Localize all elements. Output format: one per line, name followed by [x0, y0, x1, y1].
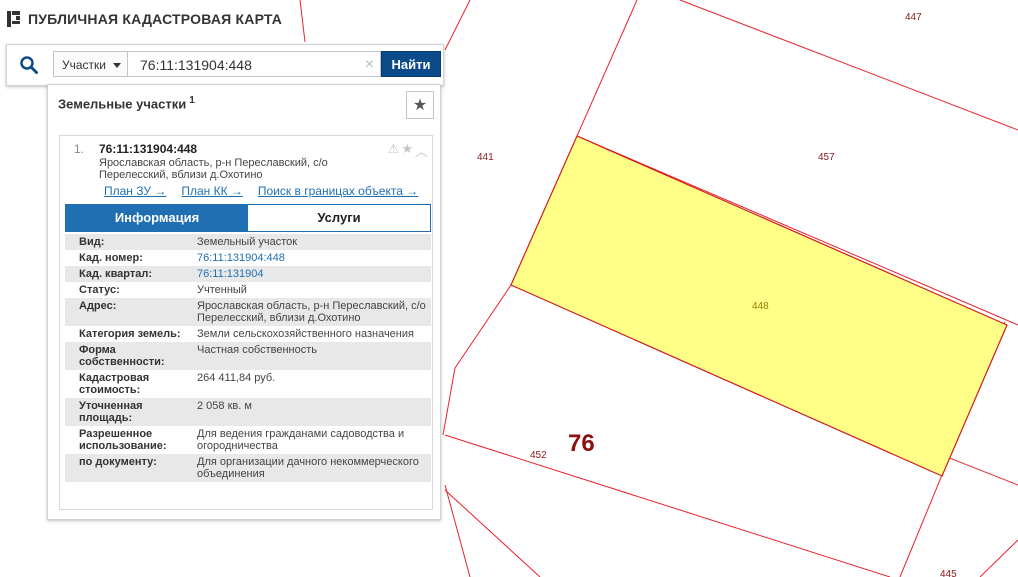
results-header-label: Земельные участки [58, 96, 187, 112]
result-card[interactable]: 1. 76:11:131904:448 Ярославская область,… [59, 135, 433, 510]
chevron-down-icon [113, 63, 121, 68]
star-icon[interactable]: ★ [401, 141, 413, 160]
object-type-value: Участки [62, 58, 106, 72]
field-value: 2 058 кв. м [197, 400, 252, 412]
field-label: Кад. квартал: [79, 268, 153, 280]
parcel-label-441: 441 [477, 152, 494, 163]
quarter-number-label: 76 [568, 430, 595, 457]
table-row: Статус: Учтенный [65, 282, 431, 298]
tab-services[interactable]: Услуги [248, 205, 430, 231]
table-row: Форма собственности: Частная собственност… [65, 342, 431, 370]
search-icon[interactable] [19, 55, 39, 75]
table-row: Кадастровая стоимость: 264 411,84 руб. [65, 370, 431, 398]
tab-information[interactable]: Информация [66, 205, 248, 231]
field-value: Частная собственность [197, 344, 318, 356]
close-icon[interactable]: × [365, 52, 374, 78]
result-actions: ⚠ ★ ︿ [388, 141, 428, 160]
field-label: Разрешенное использование: [79, 428, 167, 452]
table-row: Кад. номер: 76:11:131904:448 [65, 250, 431, 266]
field-value: Для ведения гражданами садоводства и ого… [197, 428, 405, 452]
parcel-label-447: 447 [905, 12, 922, 23]
table-row: Вид: Земельный участок [65, 234, 431, 250]
field-value: Ярославская область, р-н Переславский, с… [197, 300, 426, 324]
table-row: Адрес: Ярославская область, р-н Переславс… [65, 298, 431, 326]
field-value: 264 411,84 руб. [197, 372, 276, 384]
field-label: Кадастровая стоимость: [79, 372, 150, 396]
result-index: 1. [74, 142, 85, 156]
search-bar: Участки 76:11:131904:448 × Найти [6, 44, 444, 86]
search-bounds-link[interactable]: Поиск в границах объекта → [258, 184, 418, 198]
field-label: Адрес: [79, 300, 117, 312]
result-tabs: Информация Услуги [65, 204, 431, 232]
result-links: План ЗУ → План КК → Поиск в границах объ… [104, 184, 418, 198]
favorites-button[interactable]: ★ [406, 91, 434, 119]
field-value: Земельный участок [197, 236, 298, 248]
chevron-up-icon[interactable]: ︿ [415, 141, 428, 160]
results-count: 1 [189, 95, 195, 106]
table-row: Разрешенное использование: Для ведения гр… [65, 426, 431, 454]
table-row: Уточненная площадь: 2 058 кв. м [65, 398, 431, 426]
find-button[interactable]: Найти [381, 51, 441, 77]
field-value: Учтенный [197, 284, 247, 296]
field-label: Категория земель: [79, 328, 181, 340]
parcel-label-448: 448 [752, 301, 769, 312]
result-cad-number[interactable]: 76:11:131904:448 [99, 142, 197, 156]
table-row: Кад. квартал: 76:11:131904 [65, 266, 431, 282]
pkk-logo-icon [7, 11, 20, 27]
warning-icon[interactable]: ⚠ [388, 141, 400, 160]
object-type-select[interactable]: Участки [53, 51, 127, 77]
search-input[interactable]: 76:11:131904:448 × [127, 51, 381, 77]
result-address: Ярославская область, р-н Переславский, с… [99, 157, 328, 181]
field-value: Для организации дачного некоммерческого … [197, 456, 419, 480]
parcel-label-452: 452 [530, 450, 547, 461]
brand[interactable]: ПУБЛИЧНАЯ КАДАСТРОВАЯ КАРТА [6, 10, 282, 28]
cad-quarter-link[interactable]: 76:11:131904 [197, 268, 263, 280]
field-label: Вид: [79, 236, 105, 248]
parcel-label-445: 445 [940, 569, 957, 577]
info-table: Вид: Земельный участок Кад. номер: 76:11:1… [65, 234, 431, 482]
parcel-label-457: 457 [818, 152, 835, 163]
field-label: Форма собственности: [79, 344, 165, 368]
field-label: по документу: [79, 456, 157, 468]
results-panel: Земельные участки 1 ★ 1. 76:11:131904:448… [47, 84, 441, 520]
field-value: Земли сельскохозяйственного назначения [197, 328, 414, 340]
field-label: Статус: [79, 284, 120, 296]
field-label: Уточненная площадь: [79, 400, 143, 424]
cad-number-link[interactable]: 76:11:131904:448 [197, 252, 285, 264]
plan-zu-link[interactable]: План ЗУ → [104, 184, 166, 198]
results-header: Земельные участки 1 [58, 95, 195, 111]
table-row: по документу: Для организации дачного нек… [65, 454, 431, 482]
app-title: ПУБЛИЧНАЯ КАДАСТРОВАЯ КАРТА [28, 11, 283, 27]
plan-kk-link[interactable]: План КК → [181, 184, 243, 198]
table-row: Категория земель: Земли сельскохозяйствен… [65, 326, 431, 342]
star-icon: ★ [412, 97, 428, 114]
search-query: 76:11:131904:448 [140, 57, 252, 73]
field-label: Кад. номер: [79, 252, 143, 264]
